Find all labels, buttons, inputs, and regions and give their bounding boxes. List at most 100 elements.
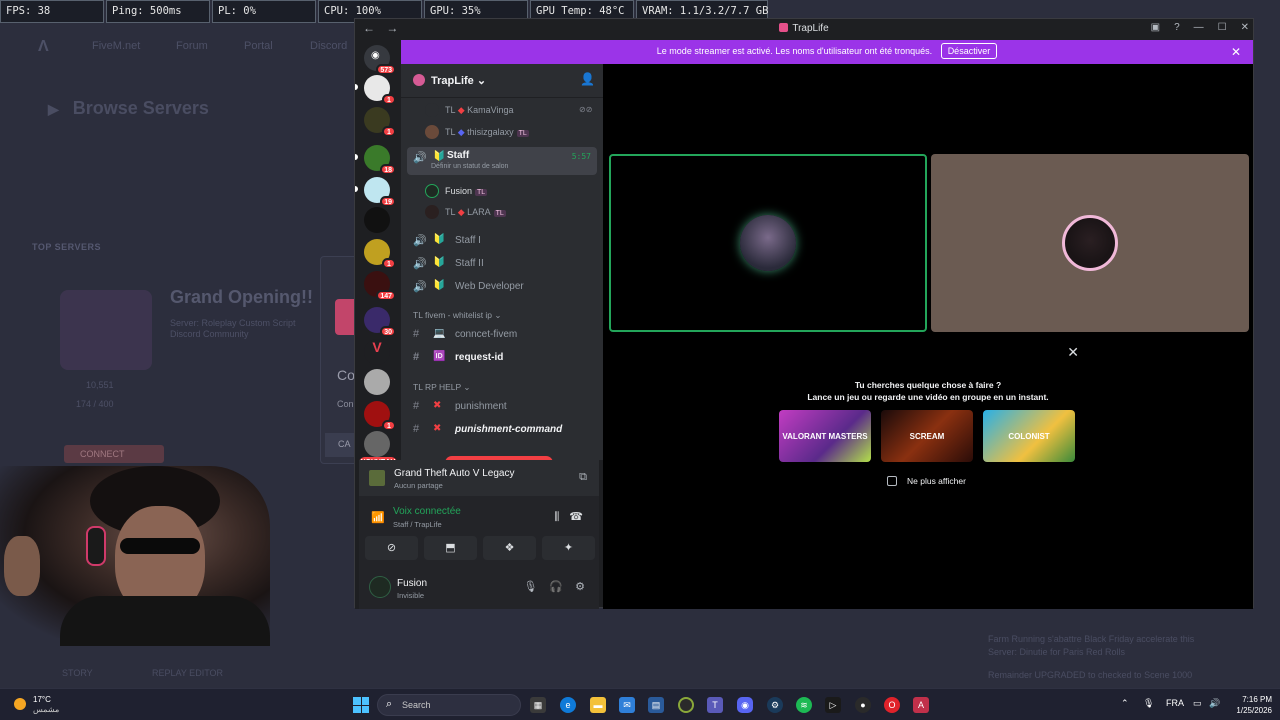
microphone-icon[interactable]: 🎙 [523, 580, 537, 593]
user-avatar[interactable] [369, 576, 391, 598]
network-icon[interactable]: ▭ [1193, 698, 1202, 709]
participant-tile[interactable] [931, 154, 1249, 332]
mic-tray-icon[interactable]: 🎙 [1143, 698, 1154, 709]
speaker-icon: 🔊 [413, 152, 427, 164]
task-view-icon[interactable]: ▦ [530, 697, 546, 713]
spotify-icon[interactable]: ≋ [796, 697, 812, 713]
voice-channel[interactable]: 🔊 🔰 Staff I [407, 230, 597, 250]
replay-editor-button[interactable]: REPLAY EDITOR [152, 668, 223, 678]
mail-icon[interactable]: ✉ [619, 697, 635, 713]
category-header[interactable]: TL fivem - whitelist ip ⌄ [413, 310, 502, 321]
news-line: Server: Dinutie for Paris Red Rolls [988, 647, 1126, 657]
opera-icon[interactable]: O [884, 697, 900, 713]
participant-tile-speaking[interactable] [609, 154, 927, 332]
activities-button[interactable]: ❖ [483, 536, 536, 560]
account-area: Fusion Invisible 🎙 🎧 ⚙ [359, 568, 599, 608]
inbox-icon[interactable]: ▣ [1151, 22, 1160, 33]
taskbar-search[interactable]: ⌕ Search [377, 694, 521, 716]
nav-link[interactable]: Forum [176, 40, 208, 52]
help-icon[interactable]: ? [1174, 22, 1180, 33]
guild-header[interactable]: TrapLife ⌄ 👤 [401, 64, 603, 98]
category-header[interactable]: TL RP HELP ⌄ [413, 382, 471, 393]
webcam-figure [120, 538, 200, 554]
voice-channel-staff[interactable]: 🔊 🔰 Staff Définir un statut de salon 5:5… [407, 147, 597, 175]
headphones-icon[interactable]: 🎧 [549, 580, 563, 593]
soundboard-button[interactable]: ✦ [542, 536, 595, 560]
checkbox[interactable] [887, 476, 897, 486]
cross-icon: ✖ [433, 423, 442, 434]
voice-channel-path[interactable]: Staff / TrapLife [393, 520, 442, 529]
shield-icon: 🔰 [433, 151, 446, 162]
guild-name[interactable]: TrapLife ⌄ [431, 74, 486, 87]
edge-icon[interactable]: e [560, 697, 576, 713]
channel-status[interactable]: Définir un statut de salon [431, 163, 508, 170]
server-icon[interactable]: 18 [355, 145, 396, 175]
store-icon[interactable]: ▤ [648, 697, 664, 713]
server-icon[interactable] [364, 431, 390, 457]
noise-suppression-icon[interactable]: ⫼ [554, 511, 559, 523]
disconnect-icon[interactable]: ☎ [569, 511, 583, 523]
close-banner-icon[interactable]: ✕ [1231, 45, 1241, 59]
valorant-server-icon[interactable]: V [364, 339, 390, 365]
activity-card-colonist[interactable]: COLONIST [983, 410, 1075, 462]
discord-icon[interactable]: ◉ [737, 697, 753, 713]
camera-off-button[interactable]: ⊘ [365, 536, 418, 560]
volume-icon[interactable]: 🔊 [1209, 698, 1220, 709]
voice-channel[interactable]: 🔊 🔰 Web Developer [407, 276, 597, 296]
text-channel[interactable]: # 🆔 request-id [407, 347, 597, 367]
steam-icon[interactable]: ⚙ [767, 697, 783, 713]
screen-share-button[interactable]: ⬒ [424, 536, 477, 560]
text-channel[interactable]: # ✖ punishment [407, 396, 597, 416]
settings-gear-icon[interactable]: ⚙ [575, 580, 585, 593]
server-icon[interactable]: 1 [364, 107, 396, 137]
file-explorer-icon[interactable]: ▬ [590, 697, 606, 713]
terminal-icon[interactable]: ▷ [825, 697, 841, 713]
obs-icon[interactable]: ● [855, 697, 871, 713]
server-icon[interactable]: 30 [364, 307, 396, 337]
dont-show-again[interactable]: Ne plus afficher [887, 476, 966, 486]
server-icon[interactable]: 1 [355, 75, 396, 105]
server-icon[interactable]: 1 [364, 401, 396, 431]
teams-icon[interactable]: T [707, 697, 723, 713]
start-button[interactable] [353, 697, 369, 713]
tray-overflow-icon[interactable]: ⌃ [1121, 698, 1129, 709]
server-icon[interactable]: 147 [364, 271, 396, 301]
account-controls: 🎙 🎧 ⚙ [523, 580, 585, 593]
fps-stat: FPS: 38 [0, 0, 104, 23]
close-icon[interactable]: ✕ [1241, 22, 1249, 33]
voice-channel[interactable]: 🔊 🔰 Staff II [407, 253, 597, 273]
unread-badge: 147 [376, 290, 396, 301]
add-member-icon[interactable]: 👤 [580, 72, 595, 86]
game-icon [369, 470, 385, 486]
maximize-icon[interactable]: ☐ [1218, 22, 1227, 33]
server-icon[interactable] [364, 207, 390, 233]
text-channel[interactable]: # 💻 conncet-fivem [407, 324, 597, 344]
hash-icon: # [413, 328, 420, 340]
xbox-icon[interactable] [678, 697, 694, 713]
nav-link[interactable]: FiveM.net [92, 40, 140, 52]
server-icon[interactable]: 19 [355, 177, 396, 207]
language-indicator[interactable]: FRA [1166, 698, 1184, 708]
disable-streamer-button[interactable]: Désactiver [940, 43, 998, 59]
nav-link[interactable]: Portal [244, 40, 273, 52]
activity-card-scream[interactable]: SCREAM [881, 410, 973, 462]
search-icon: ⌕ [386, 698, 393, 710]
minimize-icon[interactable]: — [1194, 22, 1204, 33]
close-activity-icon[interactable]: ✕ [1067, 344, 1079, 361]
laptop-icon: 💻 [433, 328, 446, 339]
username[interactable]: Fusion [397, 578, 427, 589]
share-screen-icon[interactable]: ⧉ [579, 471, 587, 484]
server-icon[interactable] [364, 369, 390, 395]
system-clock[interactable]: 7:16 PM 1/25/2026 [1236, 694, 1272, 716]
connect-button[interactable]: CONNECT [64, 445, 164, 463]
app-icon[interactable]: A [913, 697, 929, 713]
activity-card-valorant[interactable]: VALORANT MASTERS [779, 410, 871, 462]
server-icon[interactable]: 1 [364, 239, 396, 269]
text-channel[interactable]: # ✖ punishment-command [407, 419, 597, 439]
unread-pill [355, 186, 358, 192]
story-button[interactable]: STORY [62, 668, 93, 678]
player-stat: 10,551 [86, 380, 114, 390]
voice-status[interactable]: Voix connectée [393, 506, 461, 517]
nav-link[interactable]: Discord [310, 40, 347, 52]
direct-messages-icon[interactable]: ◉ 573 [364, 45, 396, 75]
